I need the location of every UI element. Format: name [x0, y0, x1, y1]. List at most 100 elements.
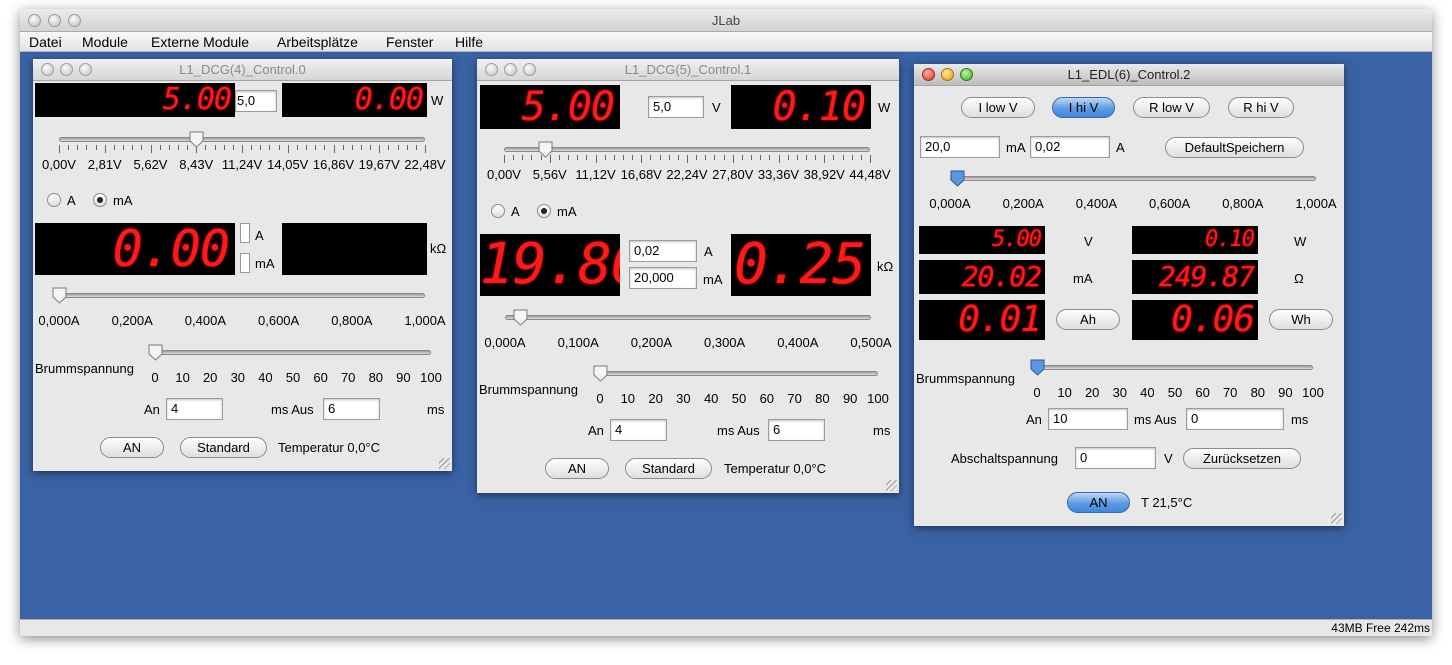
zoom-icon[interactable]: [68, 14, 81, 27]
slider-tick: [796, 155, 798, 160]
slider-thumb[interactable]: [950, 170, 965, 187]
voltage-input[interactable]: 5,0: [648, 96, 704, 118]
an-ms-input[interactable]: 10: [1048, 408, 1128, 430]
menu-module[interactable]: Module: [82, 34, 128, 50]
aus-ms-input[interactable]: 6: [323, 398, 380, 420]
slider-tick-label: 0,800A: [1222, 196, 1264, 211]
slider-thumb[interactable]: [189, 131, 204, 148]
on-button[interactable]: AN: [1067, 492, 1130, 513]
default-speichern-button[interactable]: DefaultSpeichern: [1165, 137, 1304, 158]
menu-externe-module[interactable]: Externe Module: [151, 34, 249, 50]
mode-i-low-v-button[interactable]: I low V: [961, 97, 1035, 118]
brumm-tick-label: 90: [1278, 385, 1293, 400]
current-slider[interactable]: 0,000A 0,200A 0,400A 0,600A 0,800A 1,000A: [33, 287, 452, 335]
slider-tick-label: 22,24V: [666, 167, 708, 182]
dcg4-titlebar[interactable]: L1_DCG(4)_Control.0: [33, 59, 452, 81]
brumm-slider[interactable]: 0 10 20 30 40 50 60 70 80 90 100: [588, 365, 899, 413]
slider-tick-label: 8,43V: [179, 157, 214, 172]
current-ma-input[interactable]: 20,000: [629, 267, 697, 289]
wh-button[interactable]: Wh: [1269, 309, 1333, 330]
power-display: 0.10: [731, 85, 871, 129]
mode-r-low-v-button[interactable]: R low V: [1133, 97, 1210, 118]
brumm-slider[interactable]: 0 10 20 30 40 50 60 70 80 90 100: [143, 344, 443, 392]
menu-bar: Datei Module Externe Module Arbeitsplätz…: [20, 32, 1432, 52]
minimize-icon[interactable]: [941, 68, 954, 81]
standard-button[interactable]: Standard: [180, 437, 267, 458]
standard-button[interactable]: Standard: [625, 458, 712, 479]
slider-track[interactable]: [59, 293, 425, 298]
minimize-icon[interactable]: [60, 63, 73, 76]
slider-thumb[interactable]: [148, 344, 163, 361]
slider-track[interactable]: [505, 315, 871, 320]
mode-i-hi-v-button[interactable]: I hi V: [1052, 97, 1115, 118]
slider-track[interactable]: [950, 176, 1316, 181]
slider-thumb[interactable]: [52, 287, 67, 304]
close-icon[interactable]: [41, 63, 54, 76]
power-unit: W: [431, 93, 444, 108]
unit-ma-radio[interactable]: [93, 193, 107, 207]
current-a-input[interactable]: 0,02: [629, 240, 697, 262]
aus-ms-input[interactable]: 0: [1186, 408, 1284, 430]
edl6-titlebar[interactable]: L1_EDL(6)_Control.2: [914, 64, 1344, 86]
on-button[interactable]: AN: [100, 437, 164, 458]
dcg5-titlebar[interactable]: L1_DCG(5)_Control.1: [477, 59, 899, 81]
mode-r-hi-v-button[interactable]: R hi V: [1228, 97, 1294, 118]
brumm-label: Brummspannung: [35, 361, 134, 376]
slider-thumb[interactable]: [1030, 359, 1045, 376]
current-ma-input[interactable]: 20,0: [920, 136, 1000, 158]
abschalt-input[interactable]: 0: [1075, 447, 1156, 469]
resize-grip-icon[interactable]: [439, 458, 450, 469]
close-icon[interactable]: [28, 14, 41, 27]
slider-tick: [425, 145, 426, 153]
minimize-icon[interactable]: [48, 14, 61, 27]
minimize-icon[interactable]: [504, 63, 517, 76]
brumm-slider[interactable]: 0 10 20 30 40 50 60 70 80 90 100: [1025, 359, 1344, 407]
close-icon[interactable]: [922, 68, 935, 81]
close-icon[interactable]: [485, 63, 498, 76]
current-slider[interactable]: 0,000A 0,100A 0,200A 0,300A 0,400A 0,500A: [477, 309, 899, 357]
slider-tick: [260, 145, 262, 150]
slider-tick: [86, 145, 88, 150]
current-a-input[interactable]: 0,02: [1030, 136, 1110, 158]
slider-tick: [68, 145, 70, 150]
slider-track[interactable]: [504, 147, 870, 152]
zoom-icon[interactable]: [79, 63, 92, 76]
unit-ma-radio[interactable]: [537, 204, 551, 218]
slider-thumb[interactable]: [593, 365, 608, 382]
unit-a-radio[interactable]: [47, 193, 61, 207]
slider-track[interactable]: [59, 137, 425, 142]
on-button[interactable]: AN: [545, 458, 609, 479]
slider-tick: [558, 155, 560, 160]
slider-thumb[interactable]: [538, 141, 553, 158]
an-ms-input[interactable]: 4: [610, 419, 667, 441]
resize-grip-icon[interactable]: [886, 480, 897, 491]
zoom-icon[interactable]: [960, 68, 973, 81]
menu-fenster[interactable]: Fenster: [386, 34, 433, 50]
voltage-slider[interactable]: 0,00V 2,81V 5,62V 8,43V 11,24V 14,05V 16,86V 19…: [41, 131, 446, 179]
slider-tick-label: 5,56V: [532, 167, 567, 182]
slider-tick: [415, 145, 417, 150]
menu-datei[interactable]: Datei: [29, 34, 62, 50]
brumm-tick-label: 10: [620, 391, 636, 406]
reset-button[interactable]: Zurücksetzen: [1183, 448, 1301, 469]
menu-hilfe[interactable]: Hilfe: [455, 34, 483, 50]
slider-thumb[interactable]: [513, 309, 528, 326]
aus-ms-input[interactable]: 6: [768, 419, 825, 441]
ms-label: ms: [1291, 412, 1309, 427]
dcg5-window: L1_DCG(5)_Control.1 5.00 5,0 V 0.10 W 0,…: [477, 59, 899, 493]
menu-arbeitsplaetze[interactable]: Arbeitsplätze: [277, 34, 358, 50]
an-ms-input[interactable]: 4: [166, 398, 223, 420]
zoom-icon[interactable]: [523, 63, 536, 76]
unit-a-radio[interactable]: [491, 204, 505, 218]
voltage-input[interactable]: 5,0: [235, 90, 277, 112]
voltage-slider[interactable]: 0,00V 5,56V 11,12V 16,68V 22,24V 27,80V 33,36V…: [484, 141, 896, 189]
resize-grip-icon[interactable]: [1331, 513, 1342, 524]
slider-ticks: [1037, 373, 1313, 381]
brumm-tick-label: 0: [596, 391, 604, 406]
current-slider[interactable]: 0,000A 0,200A 0,400A 0,600A 0,800A 1,000A: [914, 170, 1344, 218]
ah-button[interactable]: Ah: [1056, 309, 1120, 330]
slider-track[interactable]: [600, 371, 878, 376]
slider-track[interactable]: [1037, 365, 1313, 370]
wh-display: 0.06: [1132, 300, 1258, 340]
slider-track[interactable]: [155, 350, 431, 355]
